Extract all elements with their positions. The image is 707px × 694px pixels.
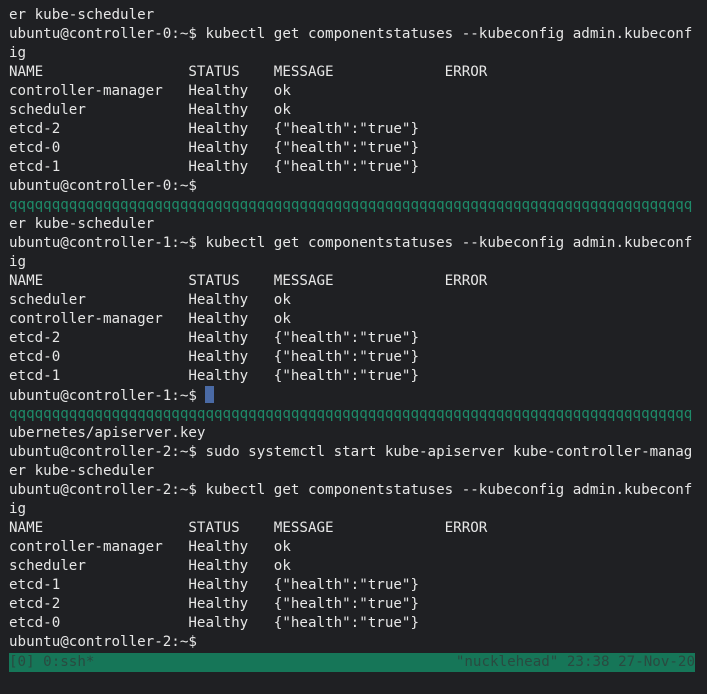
pane-controller-1[interactable]: er kube-scheduler ubuntu@controller-1:~$… (9, 215, 699, 405)
prompt-text: ubuntu@controller-1:~$ (9, 388, 206, 404)
terminal[interactable]: er kube-scheduler ubuntu@controller-0:~$… (9, 6, 699, 652)
shell-prompt: ubuntu@controller-2:~$ (9, 634, 197, 650)
terminal-line: ig (9, 501, 27, 517)
table-row: controller-manager Healthy ok (9, 83, 291, 99)
terminal-line: ig (9, 45, 27, 61)
text-cursor (205, 386, 215, 403)
tmux-status-bar: [0] 0:ssh* "nucklehead" 23:38 27-Nov-20 (9, 653, 695, 672)
table-header: NAME STATUS MESSAGE ERROR (9, 273, 488, 289)
table-row: scheduler Healthy ok (9, 292, 291, 308)
terminal-line: ubuntu@controller-1:~$ kubectl get compo… (9, 235, 693, 251)
table-header: NAME STATUS MESSAGE ERROR (9, 64, 488, 80)
terminal-line: ubuntu@controller-2:~$ kubectl get compo… (9, 482, 693, 498)
pane-separator[interactable]: qqqqqqqqqqqqqqqqqqqqqqqqqqqqqqqqqqqqqqqq… (9, 405, 699, 424)
shell-prompt: ubuntu@controller-0:~$ (9, 178, 197, 194)
table-row: scheduler Healthy ok (9, 102, 291, 118)
pane-controller-2[interactable]: ubernetes/apiserver.key ubuntu@controlle… (9, 424, 699, 652)
terminal-line: er kube-scheduler (9, 7, 155, 23)
terminal-line: ubernetes/apiserver.key (9, 425, 206, 441)
table-header: NAME STATUS MESSAGE ERROR (9, 520, 488, 536)
window-list[interactable]: [0] 0:ssh* (9, 653, 94, 672)
table-row: etcd-1 Healthy {"health":"true"} (9, 577, 419, 593)
terminal-line: ig (9, 254, 27, 270)
table-row: controller-manager Healthy ok (9, 311, 291, 327)
terminal-line: ubuntu@controller-2:~$ sudo systemctl st… (9, 444, 693, 460)
terminal-line: er kube-scheduler (9, 216, 155, 232)
shell-prompt-active[interactable]: ubuntu@controller-1:~$ (9, 386, 699, 405)
table-row: etcd-2 Healthy {"health":"true"} (9, 330, 419, 346)
pane-separator[interactable]: qqqqqqqqqqqqqqqqqqqqqqqqqqqqqqqqqqqqqqqq… (9, 196, 699, 215)
table-row: etcd-0 Healthy {"health":"true"} (9, 140, 419, 156)
pane-controller-0[interactable]: er kube-scheduler ubuntu@controller-0:~$… (9, 6, 699, 196)
terminal-line: er kube-scheduler (9, 463, 155, 479)
terminal-line: ubuntu@controller-0:~$ kubectl get compo… (9, 26, 693, 42)
table-row: etcd-0 Healthy {"health":"true"} (9, 349, 419, 365)
table-row: controller-manager Healthy ok (9, 539, 291, 555)
table-row: etcd-0 Healthy {"health":"true"} (9, 615, 419, 631)
table-row: scheduler Healthy ok (9, 558, 291, 574)
table-row: etcd-1 Healthy {"health":"true"} (9, 368, 419, 384)
table-row: etcd-2 Healthy {"health":"true"} (9, 121, 419, 137)
table-row: etcd-2 Healthy {"health":"true"} (9, 596, 419, 612)
status-right: "nucklehead" 23:38 27-Nov-20 (455, 654, 695, 670)
table-row: etcd-1 Healthy {"health":"true"} (9, 159, 419, 175)
